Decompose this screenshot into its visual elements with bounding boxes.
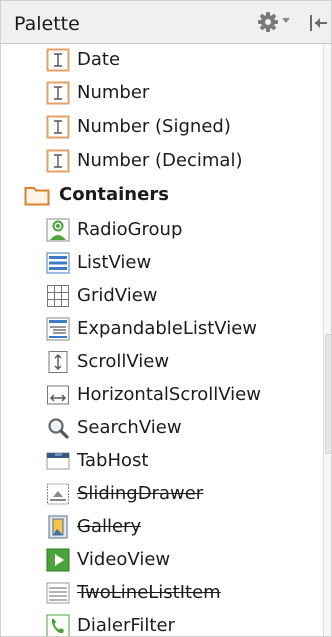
palette-item-label: DialerFilter <box>77 615 175 636</box>
video-icon <box>46 548 70 572</box>
palette-item[interactable]: Number <box>1 77 323 109</box>
palette-item[interactable]: RadioGroup <box>1 214 323 246</box>
palette-item-label: RadioGroup <box>77 219 183 240</box>
palette-list: Date Number Number (Signed) Number (Decimal… <box>1 44 323 636</box>
text-field-icon <box>46 48 70 72</box>
horizontal-scroll-icon <box>46 383 70 407</box>
palette-item-label: SearchView <box>77 417 182 438</box>
palette-title: Palette <box>14 13 80 35</box>
palette-item[interactable]: Date <box>1 44 323 76</box>
palette-item[interactable]: GridView <box>1 280 323 312</box>
palette-item-label: Containers <box>59 184 169 205</box>
palette-item-label: GridView <box>77 285 158 306</box>
palette-item-label: HorizontalScrollView <box>77 384 261 405</box>
palette-item-label: VideoView <box>77 549 171 570</box>
palette-item[interactable]: HorizontalScrollView <box>1 379 323 411</box>
palette-item[interactable]: Gallery <box>1 511 323 543</box>
listview-icon <box>46 251 70 275</box>
scrollbar-thumb[interactable] <box>325 334 331 454</box>
palette-item-label: Number (Decimal) <box>77 150 243 171</box>
gridview-icon <box>46 284 70 308</box>
expandable-list-icon <box>46 317 70 341</box>
palette-item-label: Number <box>77 82 150 103</box>
palette-panel: Palette Date Number Number (Signed) Numb… <box>0 0 332 637</box>
text-field-icon <box>46 115 70 139</box>
phone-icon <box>46 614 70 636</box>
palette-item[interactable]: ScrollView <box>1 346 323 378</box>
chevron-down-icon[interactable] <box>282 18 290 23</box>
scrollview-icon <box>46 350 70 374</box>
gear-icon[interactable] <box>257 11 279 33</box>
palette-item-label: TabHost <box>77 450 149 471</box>
two-line-list-icon <box>46 581 70 605</box>
palette-item-label: ScrollView <box>77 351 170 372</box>
text-field-icon <box>46 149 70 173</box>
palette-group-containers[interactable]: Containers <box>1 179 323 211</box>
palette-item[interactable]: ExpandableListView <box>1 313 323 345</box>
radiogroup-icon <box>46 218 70 242</box>
palette-item-label: TwoLineListItem <box>77 582 221 603</box>
palette-item[interactable]: SearchView <box>1 412 323 444</box>
tabhost-icon <box>46 449 70 473</box>
pin-icon[interactable] <box>308 12 331 34</box>
palette-item[interactable]: VideoView <box>1 544 323 576</box>
palette-item[interactable]: Number (Signed) <box>1 111 323 143</box>
palette-header: Palette <box>1 1 331 44</box>
sliding-drawer-icon <box>46 482 70 506</box>
folder-icon <box>24 184 50 206</box>
palette-item-label: ListView <box>77 252 152 273</box>
vertical-scrollbar[interactable] <box>323 44 331 636</box>
gallery-icon <box>46 515 70 539</box>
text-field-icon <box>46 81 70 105</box>
search-icon <box>46 416 70 440</box>
palette-item-label: Gallery <box>77 516 142 537</box>
palette-item[interactable]: TabHost <box>1 445 323 477</box>
palette-item-label: SlidingDrawer <box>77 483 204 504</box>
palette-item-label: ExpandableListView <box>77 318 258 339</box>
palette-item[interactable]: TwoLineListItem <box>1 577 323 609</box>
palette-item[interactable]: Number (Decimal) <box>1 145 323 177</box>
palette-item-label: Date <box>77 49 121 70</box>
palette-item[interactable]: ListView <box>1 247 323 279</box>
palette-item[interactable]: DialerFilter <box>1 610 323 636</box>
palette-item[interactable]: SlidingDrawer <box>1 478 323 510</box>
palette-item-label: Number (Signed) <box>77 116 231 137</box>
